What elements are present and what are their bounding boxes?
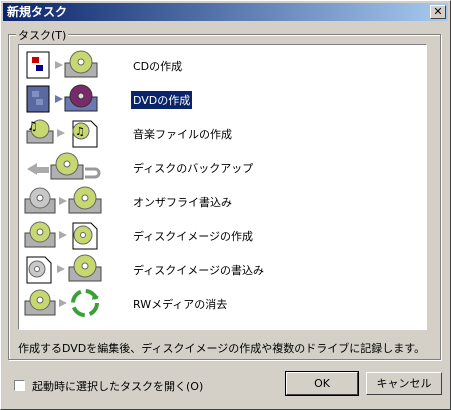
task-item-rw-erase[interactable]: RWメディアの消去 bbox=[21, 287, 421, 319]
svg-text:♫: ♫ bbox=[75, 125, 85, 138]
svg-text:♫: ♫ bbox=[27, 119, 38, 133]
task-label: 音楽ファイルの作成 bbox=[133, 128, 232, 141]
disc-image-write-icon bbox=[26, 254, 102, 284]
task-item-image-write[interactable]: ディスクイメージの書込み bbox=[21, 253, 421, 285]
task-label: ディスクイメージの書込み bbox=[133, 264, 265, 277]
task-label: オンザフライ書込み bbox=[133, 196, 232, 209]
cancel-button[interactable]: キャンセル bbox=[366, 372, 442, 395]
close-icon: ✕ bbox=[433, 5, 443, 18]
task-description: 作成するDVDを編集後、ディスクイメージの作成や複数のドライブに記録します。 bbox=[18, 342, 426, 355]
startup-checkbox[interactable] bbox=[14, 380, 25, 391]
dialog-title: 新規タスク bbox=[7, 5, 68, 19]
task-item-image-create[interactable]: ディスクイメージの作成 bbox=[21, 219, 421, 251]
disc-image-create-icon bbox=[24, 221, 98, 250]
task-label: ディスクイメージの作成 bbox=[133, 230, 254, 243]
task-item-music[interactable]: ♫ ♫ 音楽ファイルの作成 bbox=[21, 117, 421, 149]
task-label: ディスクのバックアップ bbox=[133, 162, 254, 175]
disc-backup-icon bbox=[27, 152, 101, 180]
rw-erase-icon bbox=[24, 289, 99, 317]
task-group-label: タスク(T) bbox=[16, 27, 69, 43]
close-button[interactable]: ✕ bbox=[430, 5, 446, 19]
task-item-cd[interactable]: CDの作成 bbox=[21, 49, 421, 81]
dvd-write-icon bbox=[26, 84, 98, 113]
cd-write-icon bbox=[26, 50, 98, 79]
on-the-fly-icon bbox=[24, 186, 102, 214]
task-item-backup[interactable]: ディスクのバックアップ bbox=[21, 151, 421, 183]
task-list[interactable]: CDの作成 DVDの作成 ♫ ♫ 音楽ファイルの作成 ディスクのバックアップ オ… bbox=[18, 44, 427, 330]
title-bar[interactable]: 新規タスク ✕ bbox=[3, 3, 448, 21]
startup-checkbox-label[interactable]: 起動時に選択したタスクを開く(O) bbox=[32, 378, 203, 394]
music-file-icon: ♫ ♫ bbox=[26, 119, 98, 148]
task-label: DVDの作成 bbox=[129, 90, 194, 110]
task-item-dvd[interactable]: DVDの作成 bbox=[21, 83, 421, 115]
task-label: RWメディアの消去 bbox=[133, 298, 228, 311]
task-item-on-the-fly[interactable]: オンザフライ書込み bbox=[21, 185, 421, 217]
task-label: CDの作成 bbox=[133, 60, 183, 73]
ok-button[interactable]: OK bbox=[285, 371, 359, 396]
